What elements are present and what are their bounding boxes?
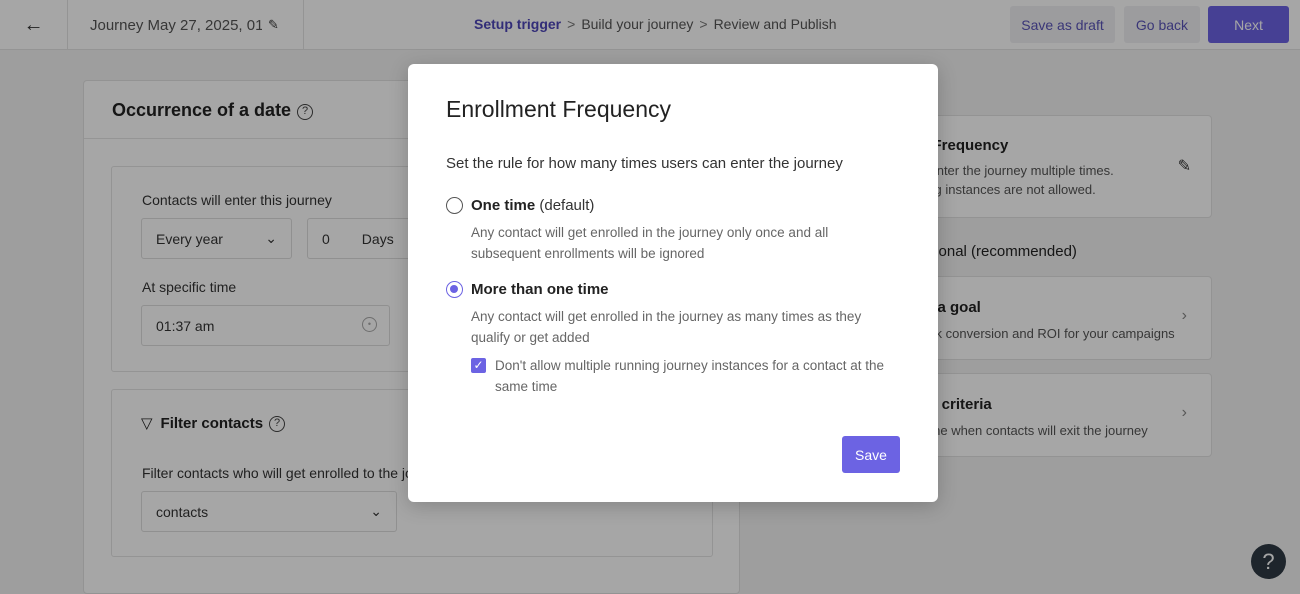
save-button[interactable]: Save xyxy=(842,436,900,473)
option-multiple-label: More than one time xyxy=(471,281,609,298)
default-tag: (default) xyxy=(539,197,595,214)
option-one-time-desc: Any contact will get enrolled in the jou… xyxy=(471,225,829,261)
checkbox-checked-icon[interactable]: ✓ xyxy=(471,358,486,373)
modal-title: Enrollment Frequency xyxy=(446,96,671,122)
radio-multiple[interactable] xyxy=(446,281,463,298)
option-one-time-text: One time xyxy=(471,197,536,214)
option-one-time[interactable]: One time (default) xyxy=(446,197,594,214)
checkbox-label: Don't allow multiple running journey ins… xyxy=(495,358,885,394)
option-multiple-desc: Any contact will get enrolled in the jou… xyxy=(471,309,862,345)
radio-one-time[interactable] xyxy=(446,197,463,214)
option-multiple[interactable]: More than one time xyxy=(446,281,609,298)
no-concurrent-instances-option[interactable]: ✓ Don't allow multiple running journey i… xyxy=(471,355,895,397)
option-one-time-label: One time (default) xyxy=(471,197,594,214)
enrollment-frequency-modal: Enrollment Frequency Set the rule for ho… xyxy=(408,64,938,502)
modal-description: Set the rule for how many times users ca… xyxy=(446,155,843,172)
